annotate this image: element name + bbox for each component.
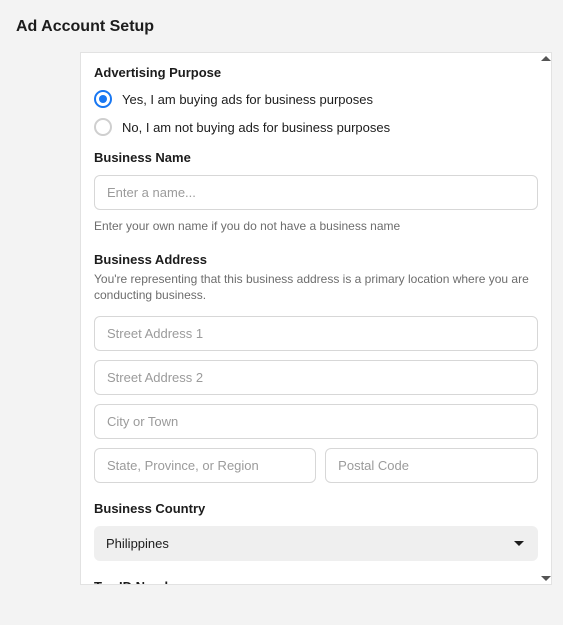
tax-id-heading: Tax ID Number xyxy=(94,579,538,584)
radio-icon xyxy=(94,90,112,108)
section-tax-id: Tax ID Number xyxy=(94,579,538,584)
form-scroll-area[interactable]: Advertising Purpose Yes, I am buying ads… xyxy=(81,53,551,584)
business-name-heading: Business Name xyxy=(94,150,538,165)
section-business-name: Business Name Enter your own name if you… xyxy=(94,150,538,234)
chevron-down-icon xyxy=(514,541,524,546)
business-country-value: Philippines xyxy=(106,536,169,551)
business-country-heading: Business Country xyxy=(94,501,538,516)
street-address-2-field[interactable] xyxy=(94,360,538,395)
business-name-help: Enter your own name if you do not have a… xyxy=(94,218,538,234)
section-business-address: Business Address You're representing tha… xyxy=(94,252,538,482)
section-business-country: Business Country Philippines xyxy=(94,501,538,561)
section-advertising-purpose: Advertising Purpose Yes, I am buying ads… xyxy=(94,65,538,136)
radio-icon xyxy=(94,118,112,136)
postal-code-field[interactable] xyxy=(325,448,538,483)
scroll-down-icon[interactable] xyxy=(541,576,551,581)
radio-label-no: No, I am not buying ads for business pur… xyxy=(122,120,390,135)
city-field[interactable] xyxy=(94,404,538,439)
radio-option-no[interactable]: No, I am not buying ads for business pur… xyxy=(94,118,538,136)
business-name-field[interactable] xyxy=(94,175,538,210)
advertising-purpose-heading: Advertising Purpose xyxy=(94,65,538,80)
business-country-select[interactable]: Philippines xyxy=(94,526,538,561)
radio-option-yes[interactable]: Yes, I am buying ads for business purpos… xyxy=(94,90,538,108)
page-title: Ad Account Setup xyxy=(0,0,563,50)
street-address-1-field[interactable] xyxy=(94,316,538,351)
business-address-heading: Business Address xyxy=(94,252,538,267)
radio-label-yes: Yes, I am buying ads for business purpos… xyxy=(122,92,373,107)
business-address-help: You're representing that this business a… xyxy=(94,271,538,303)
region-field[interactable] xyxy=(94,448,316,483)
form-panel: Advertising Purpose Yes, I am buying ads… xyxy=(80,52,552,585)
scroll-up-icon[interactable] xyxy=(541,56,551,61)
